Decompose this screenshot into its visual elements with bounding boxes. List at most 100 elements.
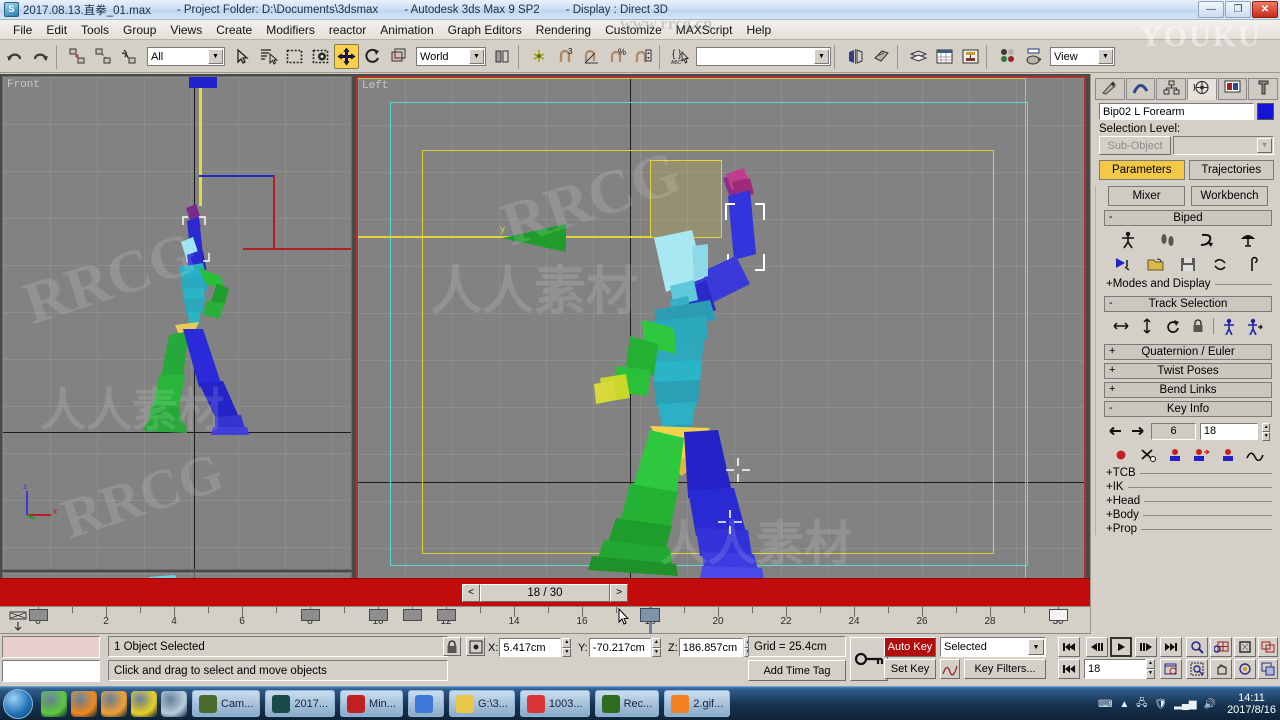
load-file-icon[interactable] xyxy=(1145,254,1167,274)
taskbar-clock[interactable]: 14:11 2017/8/16 xyxy=(1227,692,1276,716)
task-mindmanager[interactable]: Min... xyxy=(340,690,403,717)
pan-view-button[interactable] xyxy=(1210,659,1232,679)
menu-item-graph-editors[interactable]: Graph Editors xyxy=(441,21,529,39)
y-value-field[interactable]: -70.217cm xyxy=(588,638,651,657)
chevron-down-icon[interactable]: ▼ xyxy=(1098,49,1113,64)
menu-item-file[interactable]: File xyxy=(6,21,39,39)
viewport-front[interactable]: Front z x xyxy=(2,76,352,570)
transform-type-in-z[interactable]: Z: 186.857cm ▲▼ xyxy=(668,638,753,657)
hierarchy-tab[interactable] xyxy=(1156,78,1187,100)
viewport-shading-combo[interactable]: View ▼ xyxy=(1050,47,1115,66)
menu-item-group[interactable]: Group xyxy=(116,21,163,39)
zoom-extents-all-button[interactable] xyxy=(1258,637,1278,657)
restore-button[interactable]: ❐ xyxy=(1225,1,1251,18)
spinner-snap-toggle-button[interactable] xyxy=(631,44,656,69)
rollout-bend-links-header[interactable]: + Bend Links xyxy=(1104,382,1272,398)
track-bar-key[interactable] xyxy=(29,609,48,621)
set-sliding-key-icon[interactable] xyxy=(1190,445,1212,465)
rollout-quaternion-euler-header[interactable]: + Quaternion / Euler xyxy=(1104,344,1272,360)
maximize-viewport-toggle-button[interactable] xyxy=(1258,659,1278,679)
ql-notes-icon[interactable] xyxy=(161,690,187,717)
go-to-start-button[interactable] xyxy=(1058,637,1080,657)
utilities-tab[interactable] xyxy=(1248,78,1279,100)
next-frame-button[interactable] xyxy=(1135,637,1157,657)
menu-item-customize[interactable]: Customize xyxy=(598,21,669,39)
x-spinner[interactable]: ▲ ▼ xyxy=(562,638,572,657)
menu-item-create[interactable]: Create xyxy=(209,21,259,39)
undo-button[interactable] xyxy=(2,44,27,69)
layer-manager-button[interactable] xyxy=(906,44,931,69)
chevron-down-icon[interactable]: ▼ xyxy=(1028,639,1044,655)
symmetrical-tracks-icon[interactable] xyxy=(1218,316,1240,336)
select-object-button[interactable] xyxy=(230,44,255,69)
select-and-rotate-button[interactable] xyxy=(360,44,385,69)
rollout-modes-and-display[interactable]: +Modes and Display xyxy=(1106,278,1272,290)
rectangular-selection-region-button[interactable] xyxy=(282,44,307,69)
set-planted-key-icon[interactable] xyxy=(1164,445,1186,465)
rollout-ik[interactable]: +IK xyxy=(1106,481,1272,493)
open-mini-curve-editor-icon[interactable] xyxy=(8,611,30,631)
key-selection-combo[interactable]: Selected ▼ xyxy=(940,637,1046,657)
mixer-button[interactable]: Mixer xyxy=(1108,186,1185,206)
track-bar-key[interactable] xyxy=(437,609,456,621)
zoom-extents-button[interactable] xyxy=(1234,637,1256,657)
rollout-head[interactable]: +Head xyxy=(1106,495,1272,507)
volume-icon[interactable]: 🔊 xyxy=(1204,699,1216,710)
go-to-end-button[interactable] xyxy=(1160,637,1182,657)
zoom-button[interactable] xyxy=(1186,637,1208,657)
angle-snap-toggle-button[interactable] xyxy=(579,44,604,69)
menu-item-edit[interactable]: Edit xyxy=(39,21,74,39)
previous-frame-arrow[interactable]: < xyxy=(462,583,480,602)
align-button[interactable] xyxy=(869,44,894,69)
named-selection-sets-button[interactable]: { } ABC xyxy=(668,44,693,69)
menu-item-animation[interactable]: Animation xyxy=(373,21,440,39)
current-frame-display[interactable]: 18 / 30 xyxy=(480,583,610,602)
current-frame-spinner[interactable]: ▲ ▼ xyxy=(1146,659,1155,679)
motion-flow-mode-icon[interactable] xyxy=(1197,230,1219,250)
motion-tab[interactable] xyxy=(1187,78,1217,100)
window-crossing-toggle-button[interactable] xyxy=(308,44,333,69)
y-spinner[interactable]: ▲ ▼ xyxy=(651,638,661,657)
rollout-biped-header[interactable]: - Biped xyxy=(1104,210,1272,226)
ql-browser-icon[interactable] xyxy=(41,690,67,717)
task-chrome[interactable] xyxy=(407,690,444,717)
transform-type-in-y[interactable]: Y: -70.217cm ▲ ▼ xyxy=(578,638,661,657)
key-number-field[interactable]: 6 xyxy=(1151,422,1196,440)
ql-music-icon[interactable] xyxy=(131,690,157,717)
security-icon[interactable]: 🛡 xyxy=(1154,699,1167,710)
object-name-field[interactable]: Bip02 L Forearm xyxy=(1099,103,1254,120)
track-bar-key[interactable] xyxy=(1049,609,1068,621)
start-button[interactable] xyxy=(3,688,33,719)
rollout-key-info-header[interactable]: - Key Info xyxy=(1104,401,1272,417)
percent-snap-toggle-button[interactable]: % xyxy=(605,44,630,69)
next-frame-arrow[interactable]: > xyxy=(610,583,628,602)
add-time-tag-button[interactable]: Add Time Tag xyxy=(748,660,846,681)
previous-frame-button[interactable] xyxy=(1086,637,1108,657)
delete-key-icon[interactable] xyxy=(1137,445,1159,465)
select-and-link-button[interactable] xyxy=(65,44,90,69)
render-scene-button[interactable] xyxy=(1021,44,1046,69)
rollout-body[interactable]: +Body xyxy=(1106,509,1272,521)
task-camtasia[interactable]: Cam... xyxy=(192,690,261,717)
transform-type-in-x[interactable]: X: 5.417cm ▲ ▼ xyxy=(488,638,572,657)
rollout-prop[interactable]: +Prop xyxy=(1106,523,1272,535)
time-configuration-button[interactable] xyxy=(1160,659,1182,679)
menu-item-reactor[interactable]: reactor xyxy=(322,21,373,39)
key-frame-field[interactable]: 18 xyxy=(1199,422,1259,440)
display-tab[interactable] xyxy=(1217,78,1248,100)
mini-listener-input[interactable] xyxy=(2,660,100,682)
signal-icon[interactable]: ▂▄▆ xyxy=(1174,699,1196,710)
viewport-left[interactable]: y Left xyxy=(356,76,1086,598)
select-and-scale-button[interactable] xyxy=(386,44,411,69)
sub-object-combo[interactable]: ▼ xyxy=(1173,136,1274,155)
field-of-view-button[interactable] xyxy=(1186,659,1208,679)
previous-key-icon[interactable] xyxy=(1106,421,1125,441)
mixer-mode-icon[interactable] xyxy=(1237,230,1259,250)
key-filters-button[interactable]: Key Filters... xyxy=(964,659,1046,679)
ql-target-icon[interactable] xyxy=(101,690,127,717)
bind-to-space-warp-button[interactable] xyxy=(117,44,142,69)
maxscript-mini-listener[interactable] xyxy=(2,636,100,682)
x-value-field[interactable]: 5.417cm xyxy=(499,638,562,657)
track-bar-key[interactable] xyxy=(403,609,422,621)
menu-item-maxscript[interactable]: MAXScript xyxy=(669,21,740,39)
